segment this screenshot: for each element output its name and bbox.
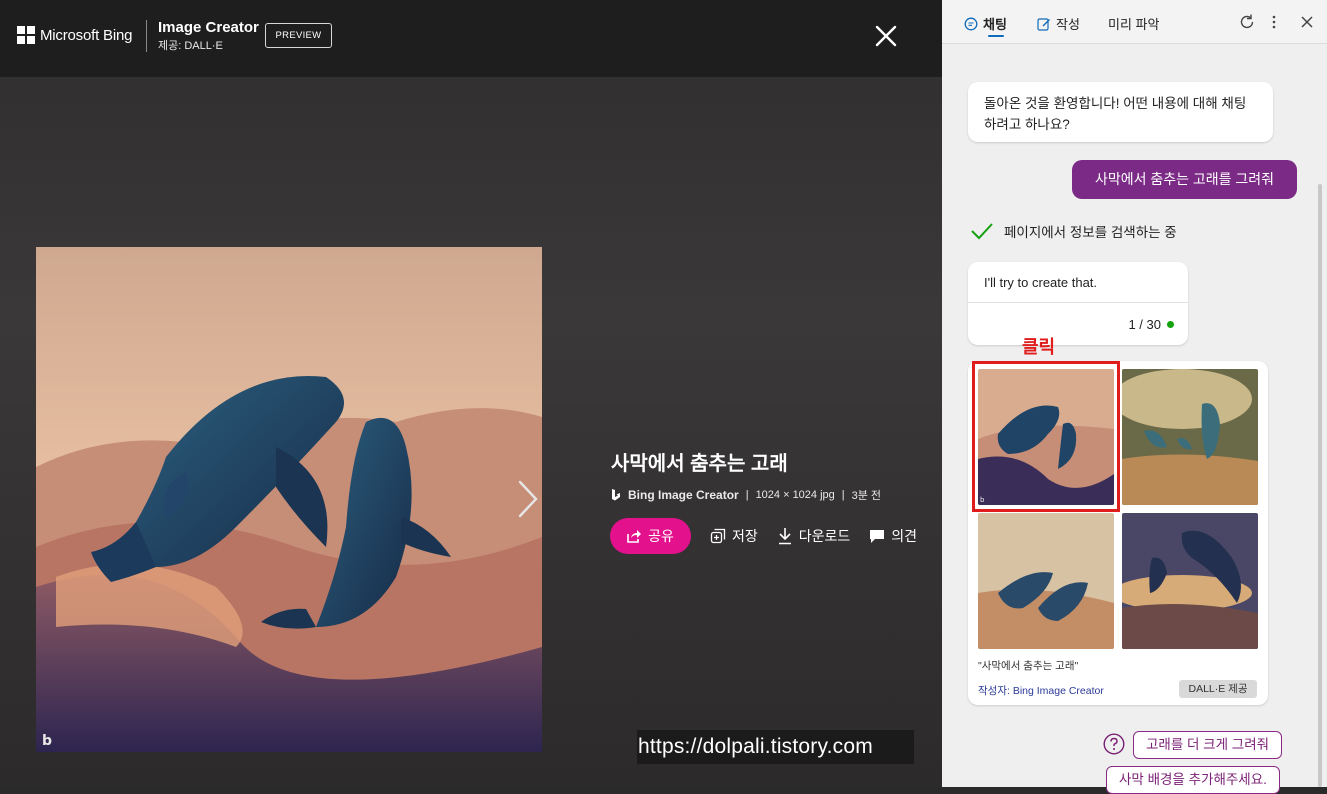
microsoft-logo-icon bbox=[17, 26, 35, 44]
checkmark-icon bbox=[971, 223, 993, 240]
result-image-3[interactable] bbox=[978, 513, 1114, 649]
image-actions: 공유 저장 다운로드 의견 bbox=[610, 518, 917, 554]
feedback-icon bbox=[870, 529, 885, 543]
feedback-label: 의견 bbox=[891, 528, 918, 544]
image-meta: Bing Image Creator | 1024 × 1024 jpg | 3… bbox=[611, 487, 881, 503]
close-icon[interactable] bbox=[872, 22, 900, 50]
active-tab-indicator bbox=[988, 35, 1004, 37]
image-source: Bing Image Creator bbox=[628, 488, 739, 502]
download-button[interactable]: 다운로드 bbox=[777, 526, 851, 546]
blog-watermark: https://dolpali.tistory.com bbox=[637, 730, 914, 764]
close-sidebar-icon[interactable] bbox=[1298, 13, 1316, 31]
suggestion-chip-1[interactable]: 고래를 더 크게 그려줘 bbox=[1133, 731, 1283, 759]
product-title: Image Creator bbox=[158, 19, 259, 36]
product-subtitle: 제공: DALL·E bbox=[158, 40, 223, 52]
collection-add-icon bbox=[710, 528, 726, 544]
download-icon bbox=[778, 528, 791, 545]
save-button[interactable]: 저장 bbox=[710, 526, 758, 546]
chat-scrollbar[interactable] bbox=[1318, 184, 1322, 787]
click-annotation: 클릭 bbox=[1022, 337, 1056, 357]
bot-greeting-message: 돌아온 것을 환영합니다! 어떤 내용에 대해 채팅하려고 하나요? bbox=[968, 82, 1273, 142]
status-dot bbox=[1167, 321, 1174, 328]
bing-icon bbox=[612, 489, 620, 501]
turn-counter: 1 / 30 bbox=[1128, 317, 1174, 332]
more-options-icon[interactable] bbox=[1270, 13, 1278, 31]
user-message: 사막에서 춤추는 고래를 그려줘 bbox=[1072, 160, 1297, 199]
dalle-badge: DALL·E 제공 bbox=[1179, 680, 1257, 698]
chat-icon bbox=[964, 17, 978, 30]
download-label: 다운로드 bbox=[798, 528, 851, 544]
save-label: 저장 bbox=[732, 528, 758, 544]
turn-counter-text: 1 / 30 bbox=[1128, 317, 1161, 332]
bot-reply-message: I'll try to create that. 1 / 30 bbox=[968, 262, 1188, 345]
chat-sidebar: 채팅 작성 미리 파악 돌아온 것을 환영합니다! 어떤 내용에 대해 채팅하려… bbox=[942, 0, 1327, 794]
prompt-caption: "사막에서 춤추는 고래" bbox=[978, 660, 1079, 672]
creator-link[interactable]: 작성자: Bing Image Creator bbox=[978, 683, 1104, 698]
tab-chat-label: 채팅 bbox=[983, 17, 1007, 32]
sidebar-header: 채팅 작성 미리 파악 bbox=[942, 0, 1327, 44]
tab-insights-label: 미리 파악 bbox=[1108, 17, 1160, 32]
image-results-card: b "사막에서 춤추는 고래" 작성자: Bing Image Creator … bbox=[968, 361, 1268, 705]
meta-separator: | bbox=[745, 489, 749, 501]
image-viewer: Microsoft Bing Image Creator 제공: DALL·E … bbox=[0, 0, 942, 787]
generated-image-large: b bbox=[36, 247, 542, 752]
reply-divider bbox=[968, 302, 1188, 303]
tab-insights[interactable]: 미리 파악 bbox=[1108, 14, 1159, 33]
viewer-header: Microsoft Bing Image Creator 제공: DALL·E … bbox=[0, 0, 942, 77]
share-label: 공유 bbox=[648, 528, 674, 544]
tab-chat[interactable]: 채팅 bbox=[964, 14, 1007, 33]
preview-badge: PREVIEW bbox=[265, 23, 332, 48]
tab-compose-label: 작성 bbox=[1056, 17, 1080, 32]
refresh-icon[interactable] bbox=[1238, 13, 1256, 31]
bot-reply-text: I'll try to create that. bbox=[984, 275, 1098, 290]
image-age: 3분 전 bbox=[851, 490, 882, 502]
search-status: 페이지에서 정보를 검색하는 중 bbox=[970, 221, 1177, 241]
tab-compose[interactable]: 작성 bbox=[1037, 14, 1080, 33]
image-title: 사막에서 춤추는 고래 bbox=[611, 453, 788, 475]
image-dimensions: 1024 × 1024 jpg bbox=[755, 489, 835, 501]
help-icon[interactable] bbox=[1103, 733, 1125, 755]
selection-highlight-box bbox=[972, 361, 1120, 512]
search-status-text: 페이지에서 정보를 검색하는 중 bbox=[1004, 225, 1177, 240]
next-image-arrow-icon[interactable] bbox=[512, 478, 542, 520]
result-image-4[interactable] bbox=[1122, 513, 1258, 649]
result-image-2[interactable] bbox=[1122, 369, 1258, 505]
share-icon bbox=[627, 530, 642, 543]
header-divider bbox=[146, 20, 147, 52]
brand-name: Microsoft Bing bbox=[40, 27, 133, 44]
suggestion-chip-2[interactable]: 사막 배경을 추가해주세요. bbox=[1106, 766, 1280, 794]
meta-separator: | bbox=[841, 489, 845, 501]
feedback-button[interactable]: 의견 bbox=[869, 526, 917, 546]
svg-text:b: b bbox=[42, 733, 52, 749]
compose-icon bbox=[1037, 17, 1050, 31]
share-button[interactable]: 공유 bbox=[610, 518, 691, 554]
